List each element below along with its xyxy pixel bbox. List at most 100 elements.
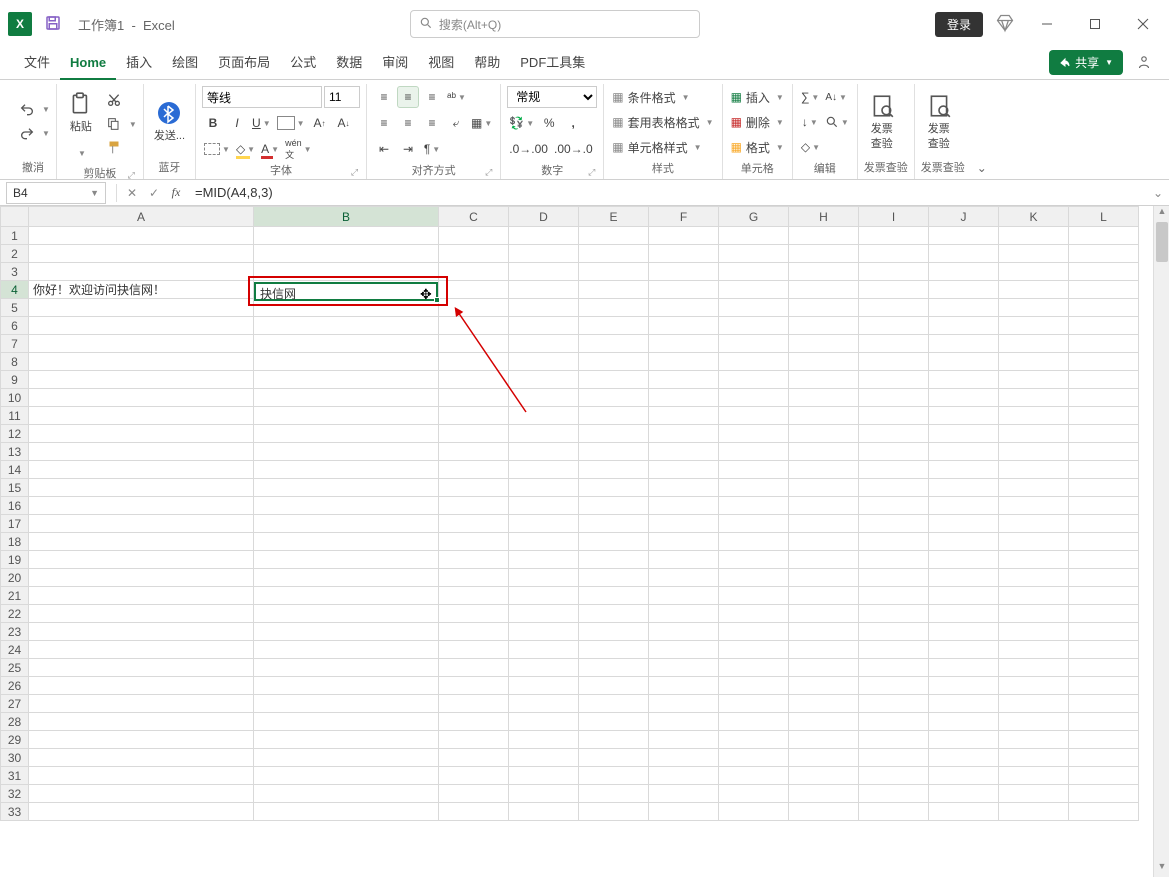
cell-L27[interactable] [1069,695,1139,713]
cell-J18[interactable] [929,533,999,551]
cell-D10[interactable] [509,389,579,407]
cell-K3[interactable] [999,263,1069,281]
autosum-button[interactable]: ∑▼ [799,86,821,108]
teams-icon[interactable] [1135,53,1155,73]
cell-C5[interactable] [439,299,509,317]
cell-G30[interactable] [719,749,789,767]
cell-E33[interactable] [579,803,649,821]
cell-C7[interactable] [439,335,509,353]
cell-I3[interactable] [859,263,929,281]
cell-J16[interactable] [929,497,999,515]
cell-G13[interactable] [719,443,789,461]
decrease-indent-button[interactable]: ⇤ [373,138,395,160]
cell-B19[interactable] [254,551,439,569]
cell-B7[interactable] [254,335,439,353]
cell-I16[interactable] [859,497,929,515]
cell-H9[interactable] [789,371,859,389]
cell-I9[interactable] [859,371,929,389]
cell-K8[interactable] [999,353,1069,371]
cell-A33[interactable] [29,803,254,821]
cell-E10[interactable] [579,389,649,407]
select-all-corner[interactable] [1,207,29,227]
cell-K20[interactable] [999,569,1069,587]
cell-H11[interactable] [789,407,859,425]
cell-A30[interactable] [29,749,254,767]
currency-button[interactable]: 💱▼ [507,112,536,134]
column-header-C[interactable]: C [439,207,509,227]
cell-A18[interactable] [29,533,254,551]
cell-L25[interactable] [1069,659,1139,677]
cell-L5[interactable] [1069,299,1139,317]
cell-E22[interactable] [579,605,649,623]
cell-L32[interactable] [1069,785,1139,803]
cell-G32[interactable] [719,785,789,803]
align-left-button[interactable]: ≡ [373,112,395,134]
column-header-J[interactable]: J [929,207,999,227]
cell-A8[interactable] [29,353,254,371]
cell-C15[interactable] [439,479,509,497]
cell-J23[interactable] [929,623,999,641]
minimize-button[interactable] [1029,6,1065,42]
cell-D14[interactable] [509,461,579,479]
row-header-32[interactable]: 32 [1,785,29,803]
cell-C6[interactable] [439,317,509,335]
cell-E24[interactable] [579,641,649,659]
row-header-28[interactable]: 28 [1,713,29,731]
cell-H19[interactable] [789,551,859,569]
cell-A3[interactable] [29,263,254,281]
cell-E14[interactable] [579,461,649,479]
cell-I20[interactable] [859,569,929,587]
fx-button[interactable]: fx [165,182,187,204]
cell-G15[interactable] [719,479,789,497]
cell-E25[interactable] [579,659,649,677]
delete-cells-button[interactable]: ▦删除▼ [729,111,786,133]
find-button[interactable]: ▼ [823,111,851,133]
cell-L19[interactable] [1069,551,1139,569]
cell-A5[interactable] [29,299,254,317]
cell-I30[interactable] [859,749,929,767]
cell-I1[interactable] [859,227,929,245]
cell-E32[interactable] [579,785,649,803]
paste-button[interactable]: 粘贴▼ [63,86,99,163]
row-header-15[interactable]: 15 [1,479,29,497]
name-box[interactable]: B4▼ [6,182,106,204]
column-header-D[interactable]: D [509,207,579,227]
cell-F27[interactable] [649,695,719,713]
cell-E5[interactable] [579,299,649,317]
cell-K33[interactable] [999,803,1069,821]
cell-D15[interactable] [509,479,579,497]
spreadsheet-grid[interactable]: ABCDEFGHIJKL1234你好！欢迎访问抉信网！5678910111213… [0,206,1169,877]
conditional-format-button[interactable]: ▦条件格式▼ [610,86,715,108]
cell-G24[interactable] [719,641,789,659]
cell-G22[interactable] [719,605,789,623]
row-header-13[interactable]: 13 [1,443,29,461]
cell-J10[interactable] [929,389,999,407]
cell-L8[interactable] [1069,353,1139,371]
cell-K10[interactable] [999,389,1069,407]
row-header-1[interactable]: 1 [1,227,29,245]
close-button[interactable] [1125,6,1161,42]
cell-L4[interactable] [1069,281,1139,299]
cell-I22[interactable] [859,605,929,623]
cell-F7[interactable] [649,335,719,353]
cell-C17[interactable] [439,515,509,533]
cell-J6[interactable] [929,317,999,335]
cell-K16[interactable] [999,497,1069,515]
cell-I32[interactable] [859,785,929,803]
wrap-text-button[interactable]: ⤶ [445,112,467,134]
phonetic-button[interactable]: wén文▼ [283,138,313,160]
cell-K22[interactable] [999,605,1069,623]
alignment-launcher-icon[interactable]: ⤢ [485,167,492,178]
decrease-font-button[interactable]: A↓ [333,112,355,134]
share-button[interactable]: 共享▼ [1049,50,1123,75]
maximize-button[interactable] [1077,6,1113,42]
cell-J24[interactable] [929,641,999,659]
cell-L2[interactable] [1069,245,1139,263]
cell-L30[interactable] [1069,749,1139,767]
cell-K31[interactable] [999,767,1069,785]
cell-H18[interactable] [789,533,859,551]
cell-E19[interactable] [579,551,649,569]
cell-L9[interactable] [1069,371,1139,389]
cell-C2[interactable] [439,245,509,263]
cell-D19[interactable] [509,551,579,569]
